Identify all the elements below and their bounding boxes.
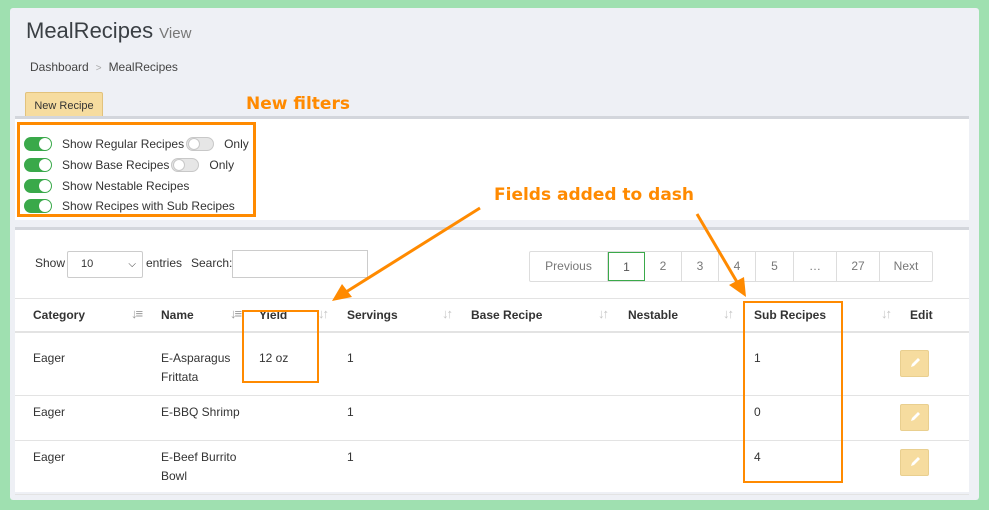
search-input[interactable] bbox=[232, 250, 368, 278]
show-label: Show bbox=[35, 256, 66, 270]
cell-name: E-Asparagus Frittata bbox=[161, 351, 231, 384]
cell-name: E-BBQ Shrimp bbox=[161, 405, 240, 419]
toggle-base-recipes[interactable] bbox=[24, 158, 52, 172]
column-edit: Edit bbox=[910, 308, 933, 322]
edit-button[interactable] bbox=[900, 404, 929, 431]
pagination-page-4[interactable]: 4 bbox=[719, 252, 756, 281]
search-label: Search: bbox=[191, 256, 233, 270]
pencil-icon bbox=[911, 358, 920, 367]
pagination-ellipsis: … bbox=[794, 252, 837, 281]
filter-only-label: Only bbox=[209, 158, 235, 172]
pagination: Previous 1 2 3 4 5 … 27 Next bbox=[529, 251, 933, 282]
pagination-page-3[interactable]: 3 bbox=[682, 252, 719, 281]
sort-icon[interactable]: ↓≡ bbox=[230, 306, 242, 321]
annotation-fields-added: Fields added to dash bbox=[494, 185, 695, 205]
column-servings[interactable]: Servings bbox=[347, 308, 398, 322]
column-nestable[interactable]: Nestable bbox=[628, 308, 678, 322]
cell-servings: 1 bbox=[347, 405, 354, 419]
cell-servings: 1 bbox=[347, 450, 354, 464]
breadcrumb-separator: > bbox=[95, 63, 102, 74]
annotation-new-filters: New filters bbox=[246, 94, 350, 114]
pagination-page-1[interactable]: 1 bbox=[608, 252, 645, 281]
filter-regular-recipes: Show Regular Recipes Only bbox=[24, 137, 249, 151]
column-category[interactable]: Category bbox=[33, 308, 85, 322]
sort-icon[interactable]: ↓↑ bbox=[318, 306, 329, 321]
breadcrumb: Dashboard > MealRecipes bbox=[30, 60, 178, 74]
toggle-regular-recipes[interactable] bbox=[24, 137, 52, 151]
cell-category: Eager bbox=[33, 450, 66, 464]
column-name[interactable]: Name bbox=[161, 308, 194, 322]
filter-label: Show Recipes with Sub Recipes bbox=[62, 199, 235, 213]
column-base-recipe[interactable]: Base Recipe bbox=[471, 308, 542, 322]
cell-name: E-Beef Burrito Bowl bbox=[161, 450, 237, 483]
filter-label: Show Base Recipes bbox=[62, 158, 170, 172]
sort-icon[interactable]: ↓↑ bbox=[723, 306, 734, 321]
pagination-page-5[interactable]: 5 bbox=[756, 252, 794, 281]
cell-category: Eager bbox=[33, 405, 66, 419]
filter-label: Show Regular Recipes bbox=[62, 137, 185, 151]
filter-only-label: Only bbox=[224, 137, 249, 151]
yield-highlight-box bbox=[242, 310, 319, 383]
filter-nestable-recipes: Show Nestable Recipes bbox=[24, 179, 189, 193]
edit-button[interactable] bbox=[900, 350, 929, 377]
new-recipe-button[interactable]: New Recipe bbox=[25, 92, 103, 119]
toggle-nestable-recipes[interactable] bbox=[24, 179, 52, 193]
cell-category: Eager bbox=[33, 351, 66, 365]
cell-servings: 1 bbox=[347, 351, 354, 365]
sort-icon[interactable]: ↓↑ bbox=[881, 306, 892, 321]
filter-sub-recipes: Show Recipes with Sub Recipes bbox=[24, 199, 235, 213]
sort-icon[interactable]: ↓↑ bbox=[442, 306, 453, 321]
sort-icon[interactable]: ↓≡ bbox=[131, 306, 143, 321]
pagination-page-2[interactable]: 2 bbox=[645, 252, 682, 281]
toggle-sub-recipes[interactable] bbox=[24, 199, 52, 213]
breadcrumb-dashboard[interactable]: Dashboard bbox=[30, 60, 89, 74]
toggle-regular-only[interactable] bbox=[186, 137, 215, 151]
toggle-base-only[interactable] bbox=[171, 158, 200, 172]
page-title: MealRecipes View bbox=[26, 18, 192, 43]
sub-recipes-highlight-box bbox=[743, 301, 843, 483]
sort-icon[interactable]: ↓↑ bbox=[598, 306, 609, 321]
filter-base-recipes: Show Base Recipes Only bbox=[24, 158, 234, 172]
filter-label: Show Nestable Recipes bbox=[62, 179, 190, 193]
pencil-icon bbox=[911, 412, 920, 421]
pagination-next[interactable]: Next bbox=[880, 252, 932, 281]
breadcrumb-current: MealRecipes bbox=[108, 60, 178, 74]
chevron-down-icon: ⌵ bbox=[128, 259, 136, 270]
page-subtitle: View bbox=[159, 25, 192, 42]
pagination-previous[interactable]: Previous bbox=[530, 252, 608, 281]
entries-length-select[interactable]: 10 ⌵ bbox=[67, 251, 143, 278]
pencil-icon bbox=[911, 457, 920, 466]
edit-button[interactable] bbox=[900, 449, 929, 476]
pagination-page-27[interactable]: 27 bbox=[837, 252, 880, 281]
entries-label: entries bbox=[146, 256, 183, 270]
